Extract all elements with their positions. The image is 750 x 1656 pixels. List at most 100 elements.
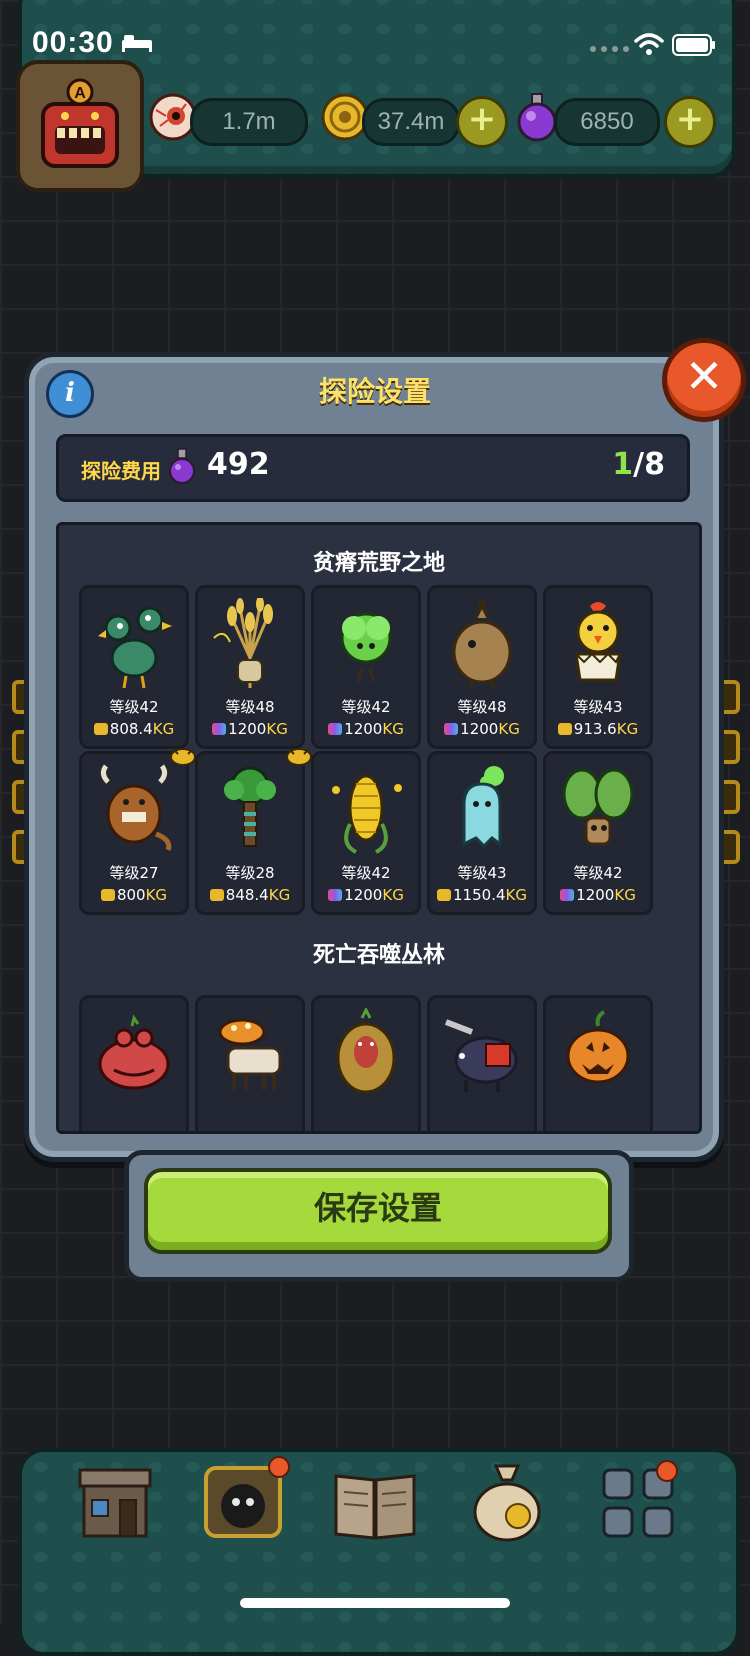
monster-weight: 848.4KG [198,886,302,904]
monster-card[interactable]: 等级43 1150.4KG [427,751,537,915]
battery-icon [672,34,715,56]
weight-value: 808.4 [109,720,153,738]
tree-icon [224,766,276,847]
monkey-icon [336,1008,396,1094]
monster-weight: 1150.4KG [430,886,534,904]
monster-level: 等级48 [225,698,275,716]
coin-counter: 37.4m [362,98,460,146]
monster-card[interactable]: 等级42 808.4KG [79,585,189,749]
weight-unit: KG [616,720,639,738]
shop-building-icon[interactable] [70,1456,160,1546]
gold-bag-icon [100,889,115,901]
weight-unit: KG [382,720,404,738]
potion-counter: 6850 [554,98,660,146]
yak-icon [100,764,172,851]
weight-value: 800 [116,886,146,904]
cost-value: 492 [207,447,270,482]
money-bag-icon[interactable] [462,1456,552,1546]
section-title: 死亡吞噬丛林 [312,943,445,968]
wheat-icon [213,598,273,688]
monster-avatar-icon: A [41,78,119,168]
cactus-icon [562,768,634,846]
pumpkin-icon [566,1010,630,1084]
monster-card[interactable]: 等级27 800KG [79,748,196,915]
gold-bag-icon [437,889,452,901]
weight-value: 1150.4 [453,886,506,904]
weight-unit: KG [268,886,291,904]
gold-bag-icon [557,723,572,735]
monster-card[interactable] [427,995,537,1131]
monster-card[interactable]: 等级48 1200KG [427,585,537,749]
monster-card[interactable] [195,995,305,1131]
rainbow-bag-icon [212,723,227,735]
rainbow-bag-icon [560,889,575,901]
player-avatar[interactable]: A [16,60,144,192]
ghost-icon [462,766,504,849]
gold-bag-icon [93,723,108,735]
save-settings-button[interactable]: 保存设置 [144,1168,612,1254]
weight-value: 1200 [228,720,267,738]
monster-weight: 1200KG [314,720,418,738]
monster-level: 等级43 [457,864,507,882]
status-time: 00:30 [32,26,114,59]
weight-unit: KG [266,720,288,738]
selected-count-total: /8 [633,447,665,482]
monster-card[interactable]: 等级28 848.4KG [195,748,312,915]
add-coin-button[interactable]: + [456,96,508,148]
weight-value: 913.6 [573,720,617,738]
monster-card[interactable]: 等级48 1200KG [195,585,305,749]
sack-icon [452,600,512,689]
weight-value: 1200 [344,886,383,904]
selected-badge-icon [286,748,312,766]
home-indicator [240,1598,510,1608]
selected-count: 1/8 [612,447,665,482]
monster-level: 等级28 [225,864,275,882]
weight-value: 1200 [460,720,499,738]
monster-weight: 1200KG [430,720,534,738]
corn-icon [332,774,402,854]
section-title: 贫瘠荒野之地 [312,551,445,576]
chainsaw-pig-icon [444,1019,518,1092]
weight-unit: KG [382,886,404,904]
monster-level: 等级42 [109,698,159,716]
monster-card[interactable] [543,995,653,1131]
weight-unit: KG [145,886,168,904]
book-icon[interactable] [330,1456,420,1546]
potion-icon [169,448,195,484]
selected-badge-icon [170,748,196,766]
rainbow-bag-icon [444,723,459,735]
monster-card[interactable]: 等级42 1200KG [311,751,421,915]
svg-text:A: A [74,85,86,102]
weight-value: 1200 [344,720,383,738]
monster-card[interactable]: 等级42 1200KG [311,585,421,749]
monster-card[interactable]: 等级42 1200KG [543,751,653,915]
monster-list[interactable]: 贫瘠荒野之地 等级42 808.4KG 等级48 1200KG 等级42 120… [56,522,702,1134]
mushroom-goat-icon [218,1018,282,1090]
add-potion-button[interactable]: + [664,96,716,148]
gold-bag-icon [209,889,224,901]
monster-card[interactable]: 等级43 913.6KG [543,585,653,749]
expedition-cost-bar: 探险费用 492 1/8 [56,434,690,502]
green-bird-icon [98,606,172,689]
frog-icon [98,1014,170,1090]
monster-level: 等级42 [341,698,391,716]
panel-title: 探险设置 [318,375,431,408]
monster-level: 等级27 [109,864,159,882]
notification-dot [268,1456,290,1478]
monster-card[interactable] [79,995,189,1131]
monster-weight: 1200KG [314,886,418,904]
cellular-signal-icon [590,46,629,52]
monster-level: 等级43 [573,698,623,716]
close-button[interactable]: ✕ [662,338,746,422]
notification-dot [656,1460,678,1482]
bed-icon [122,35,152,52]
monster-card[interactable] [311,995,421,1131]
monster-level: 等级42 [573,864,623,882]
weight-value: 1200 [576,886,615,904]
monster-weight: 808.4KG [82,720,186,738]
cost-label: 探险费用 [81,459,161,483]
monster-weight: 1200KG [546,886,650,904]
chick-icon [574,602,622,682]
weight-unit: KG [505,886,527,904]
weight-unit: KG [498,720,520,738]
